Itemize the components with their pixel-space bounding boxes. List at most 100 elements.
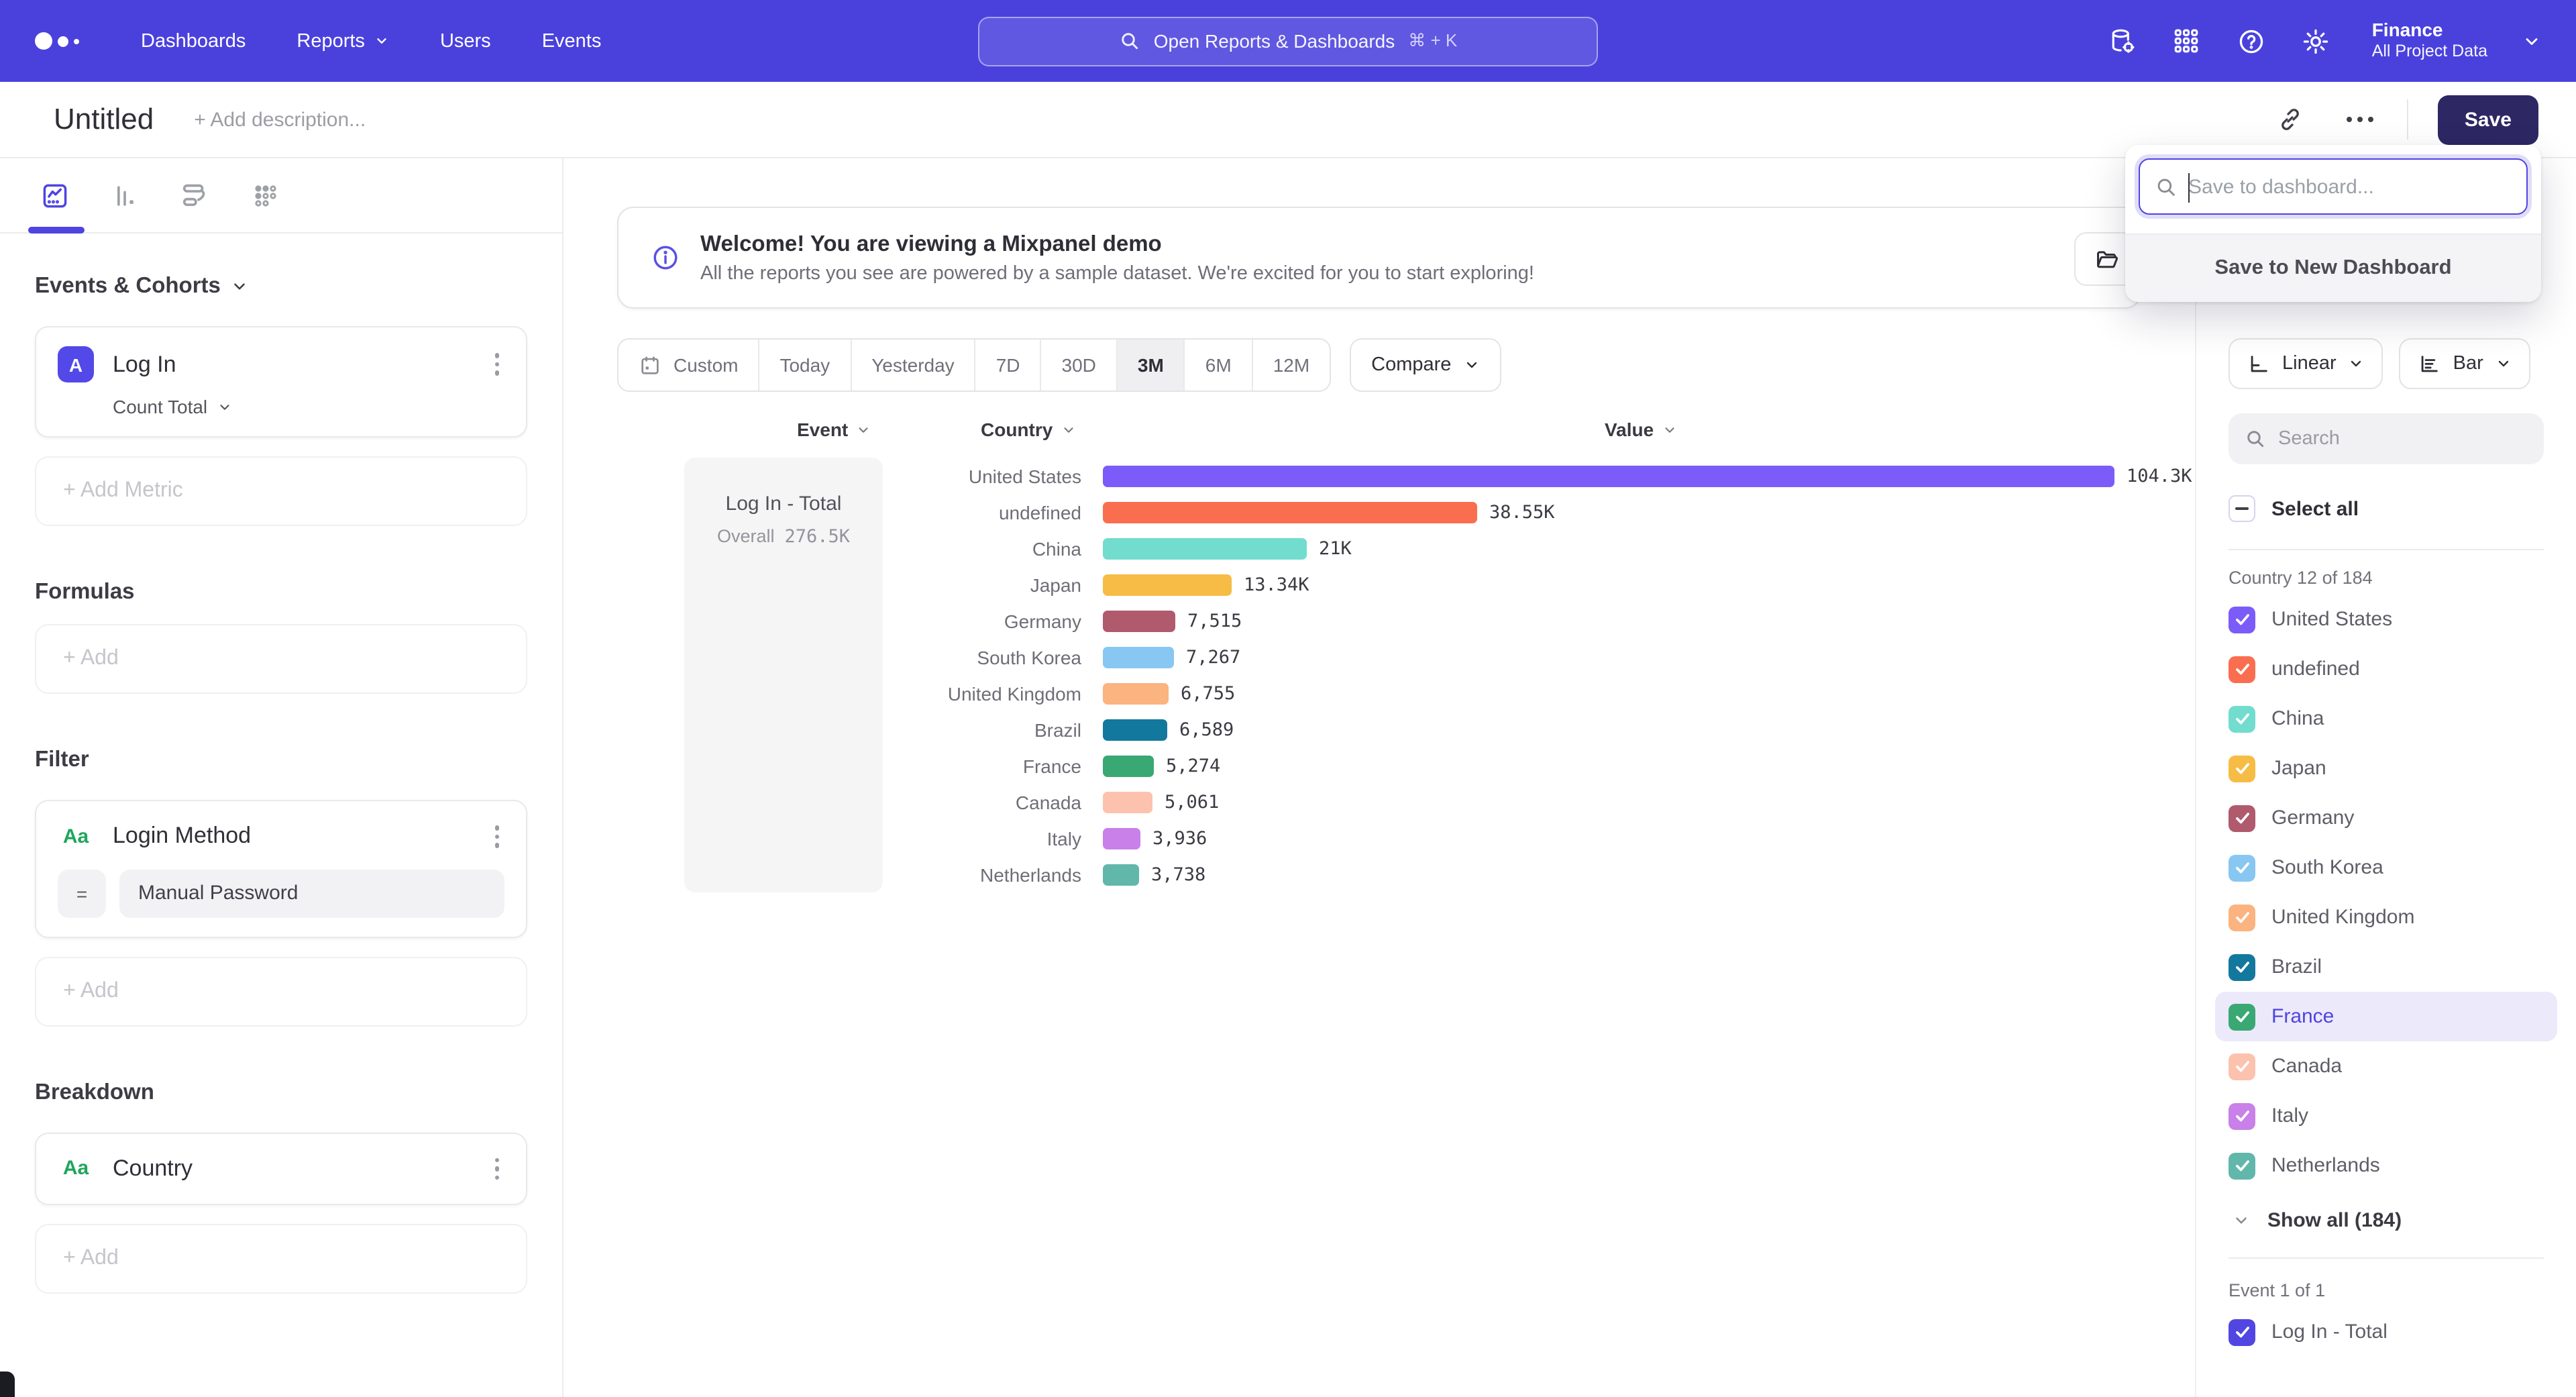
- bar-segment[interactable]: [1103, 574, 1232, 595]
- metric-event-name[interactable]: Log In: [113, 351, 176, 378]
- filter-operator-selector[interactable]: =: [58, 869, 106, 917]
- date-range-option-3m[interactable]: 3M: [1116, 340, 1184, 391]
- segment-search-field[interactable]: [2229, 413, 2544, 464]
- event-row[interactable]: Log In - Total: [2215, 1307, 2557, 1357]
- project-chevron-down-icon[interactable]: [2522, 32, 2541, 50]
- add-description-field[interactable]: + Add description...: [194, 108, 366, 131]
- country-checkbox[interactable]: [2229, 953, 2255, 980]
- country-checkbox[interactable]: [2229, 1152, 2255, 1179]
- metric-kebab-menu-icon[interactable]: [489, 348, 504, 381]
- country-row[interactable]: United States: [2215, 594, 2557, 644]
- filter-kebab-menu-icon[interactable]: [489, 820, 504, 853]
- country-checkbox[interactable]: [2229, 1102, 2255, 1129]
- country-checkbox[interactable]: [2229, 755, 2255, 782]
- bar-segment[interactable]: [1103, 646, 1174, 668]
- country-row[interactable]: France: [2215, 992, 2557, 1041]
- tab-funnels[interactable]: [110, 158, 140, 232]
- tab-flows[interactable]: [180, 158, 211, 232]
- select-all-checkbox[interactable]: [2229, 495, 2255, 522]
- date-range-option-today[interactable]: Today: [758, 340, 850, 391]
- breakdown-card-country[interactable]: Aa Country: [35, 1132, 527, 1205]
- country-checkbox[interactable]: [2229, 805, 2255, 831]
- country-row[interactable]: Canada: [2215, 1041, 2557, 1091]
- country-checkbox[interactable]: [2229, 904, 2255, 931]
- country-row[interactable]: Italy: [2215, 1091, 2557, 1141]
- breakdown-property-name[interactable]: Country: [113, 1155, 193, 1182]
- date-range-option-custom[interactable]: Custom: [619, 340, 758, 391]
- country-label: Japan: [2271, 757, 2326, 780]
- add-metric-button[interactable]: + Add Metric: [35, 456, 527, 526]
- date-range-option-12m[interactable]: 12M: [1252, 340, 1330, 391]
- bar-segment[interactable]: [1103, 755, 1154, 776]
- column-header-value[interactable]: Value: [1605, 419, 1676, 440]
- copy-link-icon[interactable]: [2273, 102, 2308, 137]
- tab-retention[interactable]: [251, 158, 280, 232]
- country-checkbox[interactable]: [2229, 1003, 2255, 1030]
- bar-segment[interactable]: [1103, 682, 1169, 704]
- country-row[interactable]: Netherlands: [2215, 1141, 2557, 1190]
- report-title[interactable]: Untitled: [54, 102, 154, 137]
- bar-segment[interactable]: [1103, 864, 1139, 885]
- country-checkbox[interactable]: [2229, 705, 2255, 732]
- apps-grid-icon[interactable]: [2171, 25, 2203, 57]
- compare-button[interactable]: Compare: [1350, 338, 1501, 392]
- country-checkbox[interactable]: [2229, 606, 2255, 633]
- settings-gear-icon[interactable]: [2300, 25, 2332, 57]
- date-range-option-7d[interactable]: 7D: [975, 340, 1040, 391]
- filter-value-selector[interactable]: Manual Password: [119, 869, 504, 917]
- date-range-option-6m[interactable]: 6M: [1184, 340, 1252, 391]
- save-dashboard-search-field[interactable]: [2139, 158, 2528, 215]
- scale-selector-button[interactable]: Linear: [2229, 338, 2383, 389]
- save-to-new-dashboard-button[interactable]: Save to New Dashboard: [2125, 235, 2541, 302]
- show-all-button[interactable]: Show all (184): [2229, 1193, 2544, 1247]
- tab-insights[interactable]: [40, 158, 70, 232]
- filter-card-login-method[interactable]: Aa Login Method = Manual Password: [35, 800, 527, 937]
- nav-item-dashboards[interactable]: Dashboards: [141, 30, 246, 52]
- date-range-option-yesterday[interactable]: Yesterday: [850, 340, 975, 391]
- bar-segment[interactable]: [1103, 537, 1307, 559]
- column-header-country[interactable]: Country: [981, 419, 1075, 440]
- nav-item-events[interactable]: Events: [542, 30, 602, 52]
- bar-segment[interactable]: [1103, 791, 1152, 813]
- country-row[interactable]: China: [2215, 694, 2557, 743]
- help-icon[interactable]: [2235, 25, 2267, 57]
- add-breakdown-button[interactable]: + Add: [35, 1224, 527, 1294]
- bar-category-label: Netherlands: [899, 864, 1081, 885]
- nav-item-reports[interactable]: Reports: [297, 30, 389, 52]
- event-checkbox[interactable]: [2229, 1318, 2255, 1345]
- metric-aggregation-selector[interactable]: Count Total: [113, 396, 504, 417]
- project-selector[interactable]: Finance All Project Data: [2372, 19, 2487, 63]
- country-checkbox[interactable]: [2229, 656, 2255, 682]
- global-search-bar[interactable]: Open Reports & Dashboards ⌘ + K: [978, 16, 1598, 66]
- country-row[interactable]: Japan: [2215, 743, 2557, 793]
- country-row[interactable]: United Kingdom: [2215, 892, 2557, 942]
- save-dashboard-input[interactable]: [2188, 175, 2483, 198]
- select-all-row[interactable]: Select all: [2229, 488, 2544, 529]
- bar-segment[interactable]: [1103, 610, 1175, 631]
- more-options-icon[interactable]: [2343, 102, 2377, 137]
- bar-segment[interactable]: [1103, 827, 1140, 849]
- metric-card-log-in[interactable]: A Log In Count Total: [35, 326, 527, 437]
- country-row[interactable]: South Korea: [2215, 843, 2557, 892]
- segment-search-input[interactable]: [2278, 428, 2506, 450]
- chart-type-button[interactable]: Bar: [2400, 338, 2530, 389]
- country-row[interactable]: undefined: [2215, 644, 2557, 694]
- save-button[interactable]: Save: [2438, 95, 2538, 144]
- date-range-option-30d[interactable]: 30D: [1040, 340, 1116, 391]
- bar-segment[interactable]: [1103, 465, 2114, 486]
- add-filter-button[interactable]: + Add: [35, 956, 527, 1026]
- bar-segment[interactable]: [1103, 719, 1167, 740]
- nav-item-users[interactable]: Users: [440, 30, 491, 52]
- country-checkbox[interactable]: [2229, 1053, 2255, 1080]
- data-management-icon[interactable]: [2106, 25, 2139, 57]
- bar-segment[interactable]: [1103, 501, 1477, 523]
- add-formula-button[interactable]: + Add: [35, 624, 527, 694]
- country-checkbox[interactable]: [2229, 854, 2255, 881]
- country-row[interactable]: Brazil: [2215, 942, 2557, 992]
- column-header-event[interactable]: Event: [797, 419, 871, 440]
- filter-property-name[interactable]: Login Method: [113, 823, 251, 850]
- country-row[interactable]: Germany: [2215, 793, 2557, 843]
- events-cohorts-header[interactable]: Events & Cohorts: [35, 274, 527, 299]
- breakdown-kebab-menu-icon[interactable]: [489, 1152, 504, 1185]
- mixpanel-logo-icon[interactable]: [35, 32, 79, 50]
